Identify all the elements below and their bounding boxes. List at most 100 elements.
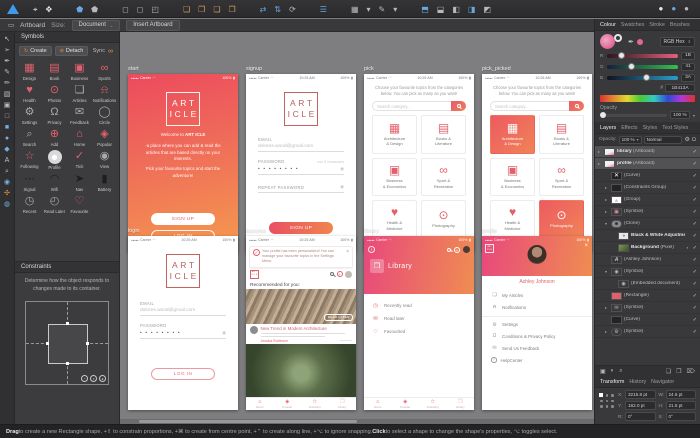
menu-item[interactable]: ⍾ Notifications bbox=[482, 301, 592, 313]
symbol-item[interactable]: ⊙ Photos bbox=[42, 82, 67, 103]
constraint-handle[interactable] bbox=[66, 362, 69, 365]
tool-icon[interactable]: ▧ bbox=[4, 90, 11, 100]
tool-icon[interactable]: ✏ bbox=[4, 79, 10, 89]
size-select[interactable]: Document⌄ bbox=[72, 20, 121, 31]
category-card[interactable]: ▦ Architecture& Design bbox=[372, 115, 417, 153]
toolbar-icon[interactable]: ◻ bbox=[118, 5, 133, 14]
tool-icon[interactable]: ● bbox=[5, 134, 9, 144]
scrollbar-thumb[interactable] bbox=[139, 420, 357, 423]
symbol-item[interactable]: ∞ Sports bbox=[92, 60, 117, 81]
constraints-inner-box[interactable] bbox=[48, 324, 88, 364]
symbol-item[interactable]: ▣ Business bbox=[67, 60, 92, 81]
category-card[interactable]: ▤ Books &Literature bbox=[539, 115, 584, 153]
tool-icon[interactable]: ↖ bbox=[4, 35, 10, 45]
tool-icon[interactable]: ✎ bbox=[4, 68, 10, 78]
visibility-checkbox[interactable]: ✓ bbox=[693, 197, 697, 203]
tool-icon[interactable]: ➣ bbox=[4, 46, 10, 56]
menu-item[interactable]: ? HelpCenter bbox=[482, 354, 592, 366]
panel-tab[interactable]: Text Styles bbox=[662, 125, 688, 131]
artboard-title[interactable]: signup bbox=[246, 66, 356, 72]
search-button[interactable] bbox=[569, 101, 584, 111]
toolbar-icon[interactable]: ◨ bbox=[464, 5, 480, 14]
symbol-item[interactable]: Ω Privacy bbox=[42, 104, 67, 125]
artboard-login[interactable]: ●●●●●Carrier◠ 10:25 AM 100%▮ ARTICLE EMA… bbox=[128, 236, 238, 410]
layer-row[interactable]: ◑ Black & White Adjustment ✓ bbox=[595, 230, 700, 242]
close-icon[interactable]: × bbox=[346, 249, 349, 255]
constraint-handle[interactable] bbox=[66, 322, 69, 325]
canvas[interactable]: start ●●●●●Carrier◠ 100%▮ ARTICLE Welcom… bbox=[120, 32, 594, 424]
visibility-checkbox[interactable]: ✓ bbox=[693, 305, 697, 311]
toolbar-icon[interactable]: ☰ bbox=[316, 5, 331, 14]
category-card[interactable]: ▣ Business& Economics bbox=[490, 158, 535, 196]
detach-symbol-button[interactable]: ⊘Detach bbox=[55, 46, 89, 56]
panel-tab[interactable]: Colour bbox=[600, 22, 616, 28]
artboard-title[interactable]: login bbox=[128, 228, 238, 234]
create-symbol-button[interactable]: ↻Create bbox=[19, 46, 52, 56]
tool-icon[interactable]: A bbox=[5, 156, 10, 166]
eye-icon[interactable]: ◉ bbox=[222, 330, 226, 336]
search-icon[interactable] bbox=[330, 272, 334, 276]
layer-row[interactable]: (Rectangle) ✓ bbox=[595, 290, 700, 302]
email-field[interactable]: EMAIL dolores.wood@gmail.com bbox=[258, 130, 344, 152]
visibility-checkbox[interactable]: ✓ bbox=[693, 293, 697, 299]
artboard-title[interactable]: start bbox=[128, 66, 238, 72]
menu-item[interactable]: ✉ Send Us Feedback bbox=[482, 342, 592, 354]
tool-icon[interactable]: □ bbox=[5, 112, 9, 122]
opacity-knob[interactable] bbox=[600, 112, 606, 118]
toolbar-icon[interactable]: ✎ bbox=[375, 5, 390, 14]
channel-value[interactable]: 3A bbox=[681, 74, 695, 82]
visibility-checkbox[interactable]: ✓ bbox=[693, 269, 697, 275]
category-card[interactable]: ∞ Sport &Recreation bbox=[539, 158, 584, 196]
panel-tab[interactable]: Layers bbox=[600, 125, 616, 131]
panel-tab[interactable]: Stroke bbox=[649, 22, 665, 28]
tab-item[interactable]: ☆ Following bbox=[419, 398, 447, 410]
symbol-item[interactable]: ☆ Following bbox=[17, 148, 42, 170]
toolbar-icon[interactable]: ⇅ bbox=[270, 5, 285, 14]
article-logo-small[interactable]: ARTICLE bbox=[250, 270, 259, 279]
layer-row[interactable]: ▸ A (Group) ✓ bbox=[595, 194, 700, 206]
visibility-checkbox[interactable]: ✓ bbox=[693, 221, 697, 227]
layer-row[interactable]: ▸ profile (Artboard) ✓ bbox=[595, 158, 700, 170]
profile-avatar[interactable] bbox=[528, 245, 547, 264]
artboard-title[interactable]: library bbox=[364, 228, 474, 234]
toolbar-icon[interactable]: ◻ bbox=[133, 5, 148, 14]
anchor-selector[interactable] bbox=[599, 393, 615, 409]
panel-icon[interactable]: ⌕ bbox=[619, 368, 622, 375]
x-field[interactable]: X:3215.8 pt bbox=[618, 390, 656, 399]
symbol-item[interactable]: ♡ Favourite bbox=[67, 193, 92, 214]
close-icon[interactable]: × bbox=[584, 243, 588, 249]
lock-icon[interactable]: Ω bbox=[692, 137, 696, 143]
sign-up-button[interactable]: SIGN UP bbox=[151, 213, 215, 225]
search-button[interactable] bbox=[451, 101, 466, 111]
toolbar-icon[interactable]: ⌖ bbox=[29, 5, 42, 14]
toolbar-icon[interactable]: ✥ bbox=[42, 5, 57, 14]
y-field[interactable]: Y:182.0 pt bbox=[618, 401, 656, 410]
symbol-item[interactable]: ❏ Articles bbox=[67, 82, 92, 103]
h-field[interactable]: H:21.5 pt bbox=[659, 401, 697, 410]
add-icon[interactable]: + bbox=[337, 271, 343, 277]
constraint-handle[interactable] bbox=[46, 342, 49, 345]
rotation-field[interactable]: R:0° bbox=[618, 412, 656, 421]
log-in-button[interactable]: LOG IN bbox=[151, 368, 215, 380]
tab-item[interactable]: ◈ Popular bbox=[274, 398, 302, 410]
opacity-slider[interactable] bbox=[600, 114, 667, 117]
layers-opacity-select[interactable]: 100 %▾ bbox=[619, 136, 642, 144]
artboard-success[interactable]: ●●●●●Carrier◠ 10:25 AM 100%▮ ✓ Your prof… bbox=[246, 236, 356, 410]
shear-field[interactable]: S:0° bbox=[659, 412, 697, 421]
panel-icon[interactable]: ▣ bbox=[600, 368, 606, 375]
expand-icon[interactable]: ▾ bbox=[605, 269, 609, 274]
colour-ring-swatch[interactable] bbox=[614, 34, 622, 42]
artboard-profile[interactable]: ●●●●●Carrier◠ 100%▮ ARTICLE × Ashley Joh… bbox=[482, 236, 592, 410]
visibility-checkbox[interactable]: ✓ bbox=[693, 149, 697, 155]
visibility-checkbox[interactable]: ✓ bbox=[693, 257, 697, 263]
symbol-item[interactable]: ◠ Wifi bbox=[42, 171, 67, 192]
category-card[interactable]: ▣ Business& Economics bbox=[372, 158, 417, 196]
article-photo-2[interactable] bbox=[246, 344, 356, 397]
layer-row[interactable]: ▾ ☻ (Clone) ✓ bbox=[595, 218, 700, 230]
toolbar-icon[interactable]: ⇄ bbox=[256, 5, 271, 14]
toolbar-icon[interactable]: ⬒ bbox=[417, 5, 433, 14]
tool-icon[interactable]: ◆ bbox=[4, 145, 9, 155]
panel-tab[interactable]: Transform bbox=[600, 379, 624, 385]
symbol-item[interactable]: ☻ Profile bbox=[42, 148, 67, 170]
artboard-pick[interactable]: ●●●●●Carrier◠ 10:25 AM 100%▮ Choose your… bbox=[364, 74, 474, 252]
